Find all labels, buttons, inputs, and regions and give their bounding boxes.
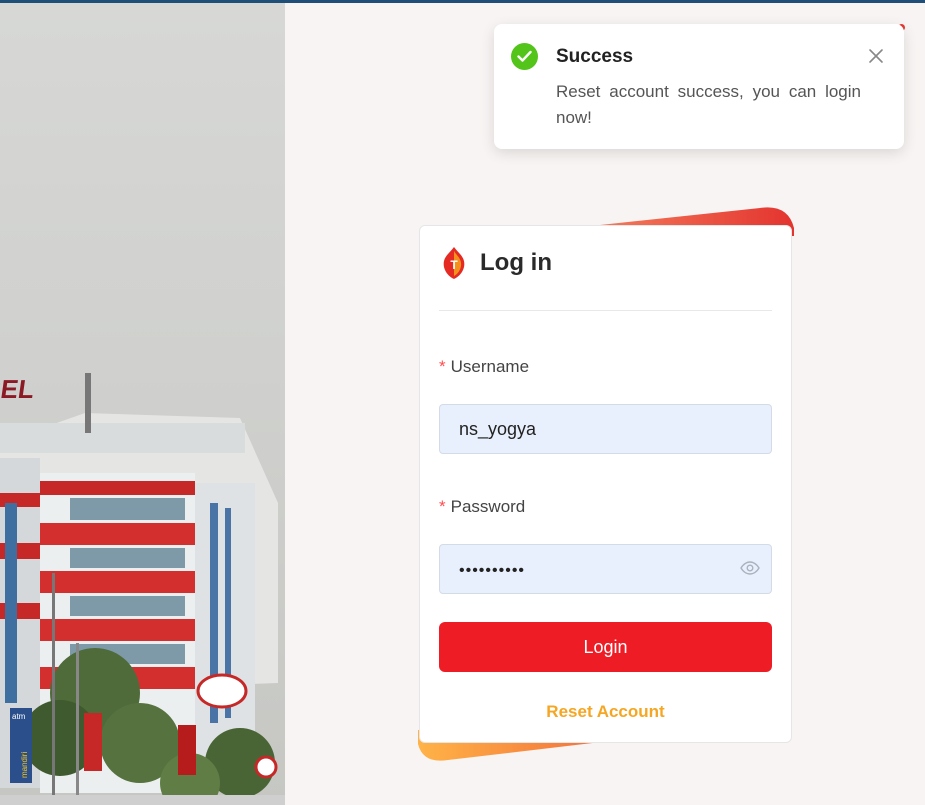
header-divider	[439, 310, 772, 311]
toast-message: Reset account success, you can login now…	[556, 82, 861, 127]
required-mark: *	[439, 357, 446, 376]
check-circle-icon	[511, 43, 538, 70]
password-label: * Password	[439, 497, 526, 516]
building-sign: OMSEL	[0, 374, 36, 404]
login-title: Log in	[480, 249, 552, 276]
password-value: ••••••••••	[459, 562, 526, 579]
success-toast: Success Reset account success, you can l…	[494, 24, 904, 149]
eye-icon[interactable]	[740, 561, 760, 575]
login-button[interactable]: Login	[439, 622, 772, 672]
reset-account-link[interactable]: Reset Account	[420, 702, 791, 722]
username-label: * Username	[439, 357, 530, 376]
login-card: T Log in * Username ns_yogya * Password ••…	[419, 225, 792, 743]
password-input[interactable]: ••••••••••	[439, 544, 772, 594]
background-photo: OMSEL atm mandiri	[0, 3, 285, 805]
bank-sign: mandiri	[20, 752, 29, 778]
username-value: ns_yogya	[459, 419, 537, 439]
toast-title: Success	[556, 46, 634, 67]
telkomsel-logo: T	[443, 247, 465, 279]
username-input[interactable]: ns_yogya	[439, 404, 772, 454]
logo-letter: T	[450, 258, 458, 272]
required-mark: *	[439, 497, 446, 516]
atm-sign: atm	[12, 712, 26, 721]
close-icon[interactable]	[866, 46, 886, 66]
